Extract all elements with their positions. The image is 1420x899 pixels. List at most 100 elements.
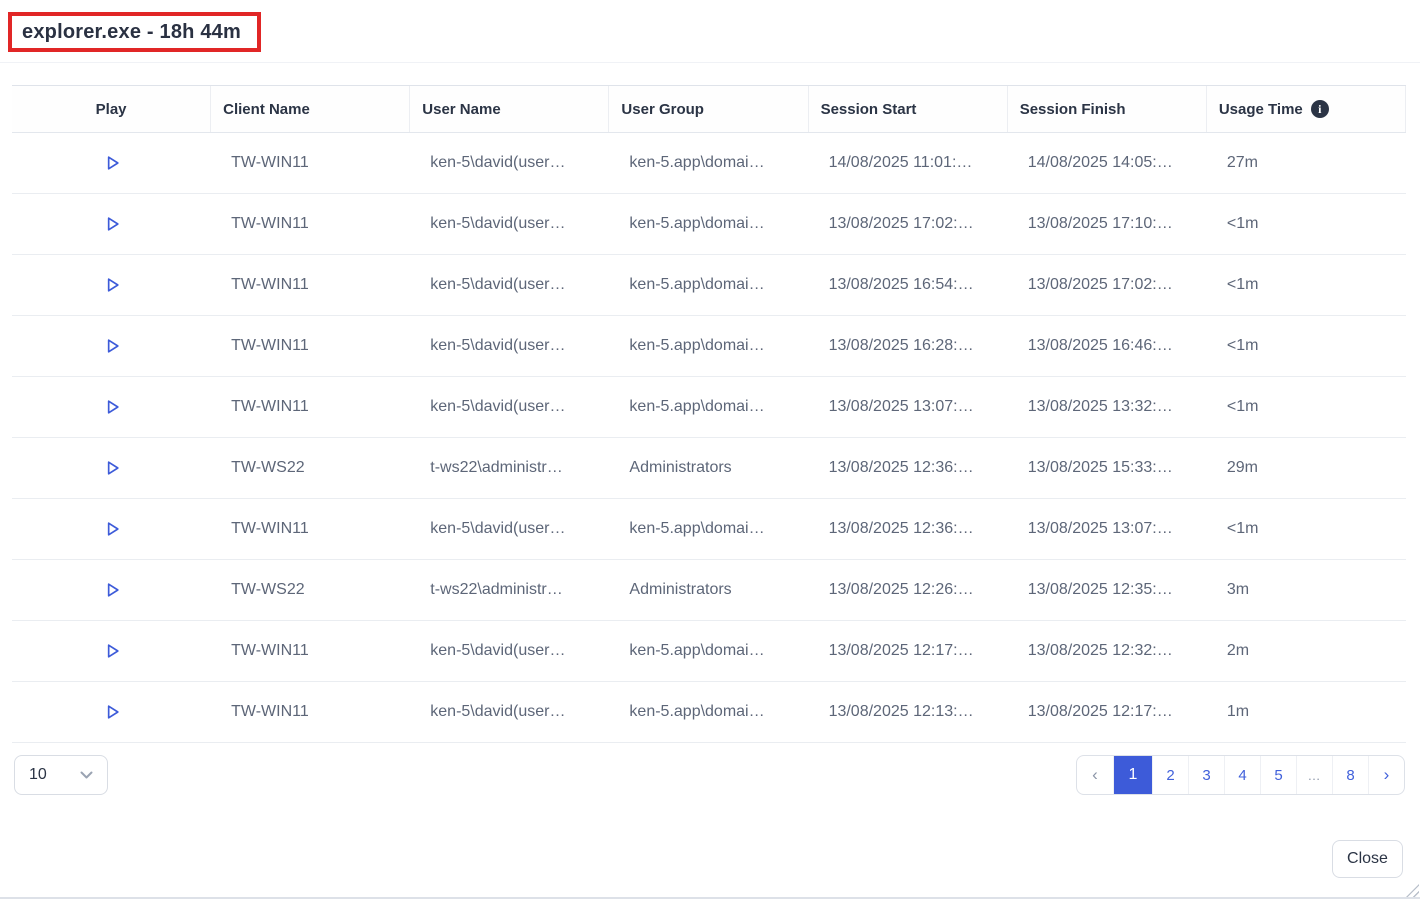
play-icon	[102, 580, 122, 600]
column-header-user-name: User Name	[410, 86, 609, 132]
session-finish-cell: 13/08/2025 17:10:…	[1008, 194, 1207, 254]
modal-footer: Close	[0, 840, 1420, 878]
user-name-cell: ken-5\david(user…	[410, 377, 609, 437]
pager-prev-button[interactable]: ‹	[1077, 756, 1113, 794]
play-cell	[12, 438, 211, 498]
table-row: TW-WIN11 ken-5\david(user… ken-5.app\dom…	[12, 255, 1406, 316]
session-finish-cell: 13/08/2025 15:33:…	[1008, 438, 1207, 498]
play-cell	[12, 194, 211, 254]
play-button[interactable]	[98, 454, 126, 482]
play-button[interactable]	[98, 576, 126, 604]
close-button[interactable]: Close	[1332, 840, 1403, 878]
page-size-select[interactable]: 10	[14, 755, 108, 795]
column-header-play: Play	[12, 86, 211, 132]
pager-page-5[interactable]: 5	[1260, 756, 1296, 794]
play-button[interactable]	[98, 210, 126, 238]
user-group-cell: ken-5.app\domai…	[609, 682, 808, 742]
session-finish-cell: 13/08/2025 13:32:…	[1008, 377, 1207, 437]
info-icon[interactable]: i	[1311, 100, 1329, 118]
session-start-cell: 13/08/2025 16:54:…	[809, 255, 1008, 315]
usage-time-cell: <1m	[1207, 499, 1406, 559]
play-icon	[102, 275, 122, 295]
user-name-cell: ken-5\david(user…	[410, 255, 609, 315]
page-size-value: 10	[29, 766, 47, 784]
play-icon	[102, 336, 122, 356]
play-cell	[12, 560, 211, 620]
play-icon	[102, 397, 122, 417]
session-finish-cell: 13/08/2025 12:17:…	[1008, 682, 1207, 742]
session-start-cell: 14/08/2025 11:01:…	[809, 133, 1008, 193]
play-button[interactable]	[98, 393, 126, 421]
play-icon	[102, 641, 122, 661]
chevron-down-icon	[80, 771, 93, 780]
play-icon	[102, 519, 122, 539]
session-start-cell: 13/08/2025 16:28:…	[809, 316, 1008, 376]
client-name-cell: TW-WIN11	[211, 133, 410, 193]
client-name-cell: TW-WIN11	[211, 255, 410, 315]
play-button[interactable]	[98, 515, 126, 543]
client-name-cell: TW-WIN11	[211, 499, 410, 559]
user-group-cell: ken-5.app\domai…	[609, 194, 808, 254]
user-name-cell: ken-5\david(user…	[410, 682, 609, 742]
usage-time-cell: 29m	[1207, 438, 1406, 498]
client-name-cell: TW-WIN11	[211, 377, 410, 437]
user-name-cell: ken-5\david(user…	[410, 499, 609, 559]
user-name-cell: t-ws22\administr…	[410, 560, 609, 620]
column-header-session-finish: Session Finish	[1008, 86, 1207, 132]
user-name-cell: ken-5\david(user…	[410, 133, 609, 193]
session-start-cell: 13/08/2025 12:17:…	[809, 621, 1008, 681]
usage-time-cell: <1m	[1207, 377, 1406, 437]
table-body: TW-WIN11 ken-5\david(user… ken-5.app\dom…	[12, 133, 1406, 743]
column-header-session-start: Session Start	[809, 86, 1008, 132]
sessions-table: Play Client Name User Name User Group Se…	[12, 85, 1406, 743]
user-group-cell: ken-5.app\domai…	[609, 499, 808, 559]
user-name-cell: ken-5\david(user…	[410, 194, 609, 254]
pager-page-1[interactable]: 1	[1113, 756, 1152, 794]
table-header-row: Play Client Name User Name User Group Se…	[12, 85, 1406, 133]
client-name-cell: TW-WIN11	[211, 316, 410, 376]
session-start-cell: 13/08/2025 13:07:…	[809, 377, 1008, 437]
play-button[interactable]	[98, 637, 126, 665]
play-cell	[12, 682, 211, 742]
pager-page-2[interactable]: 2	[1152, 756, 1188, 794]
pager-page-3[interactable]: 3	[1188, 756, 1224, 794]
modal-header: explorer.exe - 18h 44m	[0, 0, 1420, 52]
pagination-bar: 10 ‹ 12345…8›	[14, 755, 1405, 795]
pager-page-4[interactable]: 4	[1224, 756, 1260, 794]
pager-ellipsis: …	[1296, 756, 1332, 794]
table-row: TW-WIN11 ken-5\david(user… ken-5.app\dom…	[12, 682, 1406, 743]
usage-time-cell: <1m	[1207, 316, 1406, 376]
table-row: TW-WS22 t-ws22\administr… Administrators…	[12, 560, 1406, 621]
user-group-cell: Administrators	[609, 560, 808, 620]
usage-time-cell: 1m	[1207, 682, 1406, 742]
user-name-cell: ken-5\david(user…	[410, 316, 609, 376]
resize-handle[interactable]	[1406, 884, 1419, 897]
play-icon	[102, 153, 122, 173]
usage-time-cell: <1m	[1207, 255, 1406, 315]
session-finish-cell: 13/08/2025 13:07:…	[1008, 499, 1207, 559]
client-name-cell: TW-WIN11	[211, 194, 410, 254]
session-details-modal: explorer.exe - 18h 44m Play Client Name …	[0, 0, 1420, 899]
client-name-cell: TW-WIN11	[211, 621, 410, 681]
play-button[interactable]	[98, 332, 126, 360]
column-header-client-name: Client Name	[211, 86, 410, 132]
play-icon	[102, 214, 122, 234]
user-group-cell: ken-5.app\domai…	[609, 133, 808, 193]
pager-page-8[interactable]: 8	[1332, 756, 1368, 794]
table-row: TW-WIN11 ken-5\david(user… ken-5.app\dom…	[12, 621, 1406, 682]
user-group-cell: ken-5.app\domai…	[609, 255, 808, 315]
table-row: TW-WIN11 ken-5\david(user… ken-5.app\dom…	[12, 377, 1406, 438]
table-row: TW-WIN11 ken-5\david(user… ken-5.app\dom…	[12, 499, 1406, 560]
play-cell	[12, 316, 211, 376]
session-finish-cell: 14/08/2025 14:05:…	[1008, 133, 1207, 193]
play-cell	[12, 377, 211, 437]
session-start-cell: 13/08/2025 12:36:…	[809, 438, 1008, 498]
play-button[interactable]	[98, 271, 126, 299]
play-button[interactable]	[98, 149, 126, 177]
play-cell	[12, 255, 211, 315]
pager-next-button[interactable]: ›	[1368, 756, 1404, 794]
session-start-cell: 13/08/2025 17:02:…	[809, 194, 1008, 254]
column-header-user-group: User Group	[609, 86, 808, 132]
client-name-cell: TW-WIN11	[211, 682, 410, 742]
play-button[interactable]	[98, 698, 126, 726]
